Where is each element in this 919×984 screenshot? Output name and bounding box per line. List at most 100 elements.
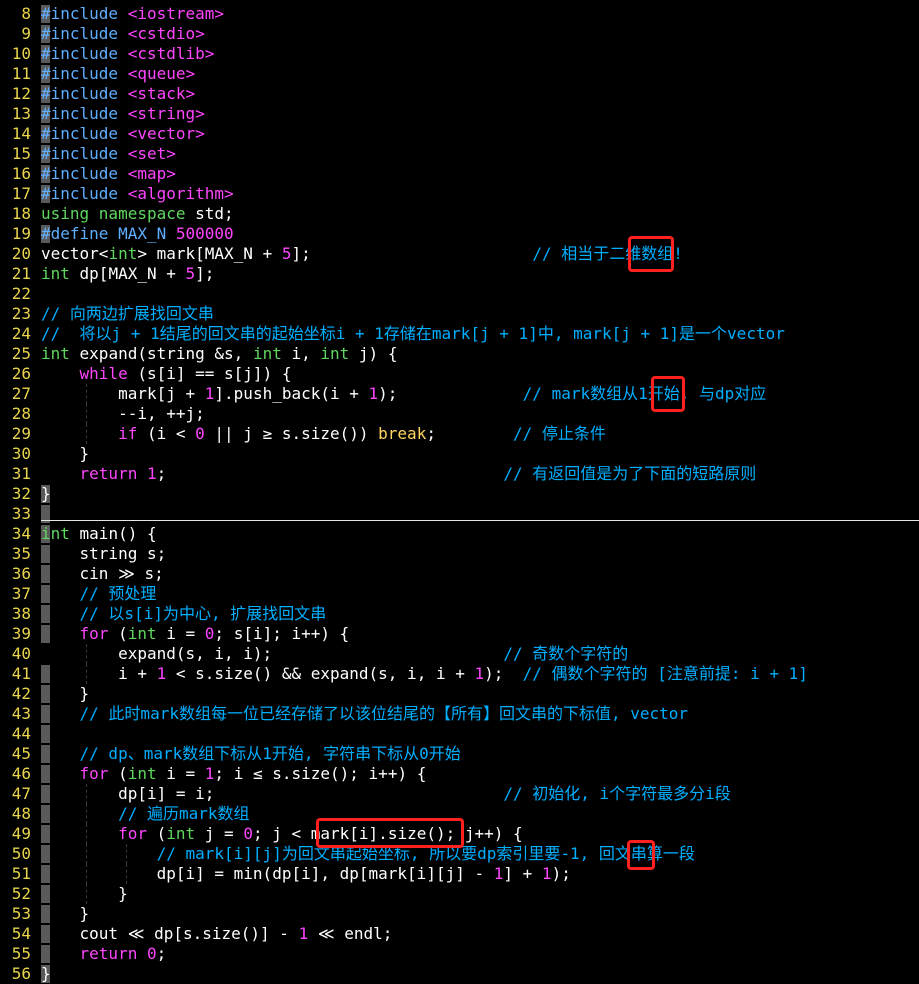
line-number: 10	[11, 44, 31, 63]
line-number: 29	[11, 424, 31, 443]
code-line[interactable]: 25 int expand(string &s, int i, int j) {	[0, 344, 919, 364]
code-line[interactable]: 35 string s;	[0, 544, 919, 564]
code-token: 1	[493, 864, 504, 883]
code-token: return	[79, 464, 138, 483]
code-text: }	[41, 964, 51, 984]
code-line[interactable]: 32}	[0, 484, 919, 504]
code-text: expand(s, i, i); // 奇数个字符的	[41, 644, 628, 664]
code-line[interactable]: 13 #include <string>	[0, 104, 919, 124]
code-line[interactable]: 16 #include <map>	[0, 164, 919, 184]
code-line[interactable]: 24 // 将以j + 1结尾的回文串的起始坐标i + 1存储在mark[j + …	[0, 324, 919, 344]
code-line[interactable]: 8 #include <iostream>	[0, 4, 919, 24]
line-number: 54	[11, 924, 31, 943]
code-token: int	[127, 624, 157, 643]
code-token: 1	[146, 464, 157, 483]
code-line[interactable]: 21 int dp[MAX_N + 5];	[0, 264, 919, 284]
code-line[interactable]: 51 dp[i] = min(dp[i], dp[mark[i][j] - 1]…	[0, 864, 919, 884]
code-text: #include <queue>	[41, 64, 195, 84]
code-text: }	[41, 884, 128, 904]
code-text: // dp、mark数组下标从1开始, 字符串下标从0开始	[41, 744, 461, 764]
code-line[interactable]: 36 cin ≫ s;	[0, 564, 919, 584]
code-line[interactable]: 34 int main() {	[0, 524, 919, 544]
code-line[interactable]: 43 // 此时mark数组每一位已经存储了以该位结尾的【所有】回文串的下标值,…	[0, 704, 919, 724]
code-text: int main() {	[41, 524, 157, 544]
code-line[interactable]: 14 #include <vector>	[0, 124, 919, 144]
code-line[interactable]: 30 }	[0, 444, 919, 464]
code-line[interactable]: 39 for (int i = 0; s[i]; i++) {	[0, 624, 919, 644]
code-editor[interactable]: 8 #include <iostream> 9 #include <cstdio> 10…	[0, 0, 919, 984]
code-text: #include <set>	[41, 144, 176, 164]
code-text: cout ≪ dp[s.size()] - 1 ≪ endl;	[41, 924, 393, 944]
code-line[interactable]: 10 #include <cstdlib>	[0, 44, 919, 64]
line-number: 52	[11, 884, 31, 903]
code-line[interactable]: 29 if (i < 0 || j ≥ s.size()) break; // …	[0, 424, 919, 444]
code-line[interactable]: 26 while (s[i] == s[j]) {	[0, 364, 919, 384]
line-number: 16	[11, 164, 31, 183]
code-line[interactable]: 33	[0, 504, 919, 524]
code-token: i =	[156, 624, 205, 643]
code-token: expand(string &s,	[69, 344, 253, 363]
line-number: 21	[11, 264, 31, 283]
code-text: --i, ++j;	[41, 404, 205, 424]
code-token: ≪ endl;	[308, 924, 393, 943]
code-line[interactable]: 12 #include <stack>	[0, 84, 919, 104]
line-number: 46	[11, 764, 31, 783]
code-line[interactable]: 17 #include <algorithm>	[0, 184, 919, 204]
code-line[interactable]: 22	[0, 284, 919, 304]
code-line[interactable]: 54 cout ≪ dp[s.size()] - 1 ≪ endl;	[0, 924, 919, 944]
code-line[interactable]: 56}	[0, 964, 919, 984]
code-line[interactable]: 9 #include <cstdio>	[0, 24, 919, 44]
code-token: std;	[185, 204, 234, 223]
code-line[interactable]: 52 }	[0, 884, 919, 904]
code-comment: // 向两边扩展找回文串	[41, 304, 214, 323]
code-line[interactable]: 41 i + 1 < s.size() && expand(s, i, i + …	[0, 664, 919, 684]
code-line[interactable]: 55 return 0;	[0, 944, 919, 964]
code-line[interactable]: 53 }	[0, 904, 919, 924]
code-token: #include	[41, 24, 119, 43]
line-number: 9	[21, 24, 31, 43]
code-line[interactable]: 40 expand(s, i, i); // 奇数个字符的	[0, 644, 919, 664]
code-line[interactable]: 15 #include <set>	[0, 144, 919, 164]
code-token: ] +	[503, 864, 542, 883]
code-line[interactable]: 27 mark[j + 1].push_back(i + 1); // mark…	[0, 384, 919, 404]
code-line[interactable]: 11 #include <queue>	[0, 64, 919, 84]
code-token: using namespace	[41, 204, 186, 223]
line-number: 33	[11, 504, 31, 523]
code-line[interactable]: 42 }	[0, 684, 919, 704]
code-line[interactable]: 20 vector<int> mark[MAX_N + 5]; // 相当于二维数…	[0, 244, 919, 264]
code-token: int	[320, 344, 350, 363]
code-text: }	[41, 444, 90, 464]
code-line[interactable]: 31 return 1; // 有返回值是为了下面的短路原则	[0, 464, 919, 484]
code-line[interactable]: 23 // 向两边扩展找回文串	[0, 304, 919, 324]
line-number: 51	[11, 864, 31, 883]
code-text: #define MAX_N 500000	[41, 224, 234, 244]
indent-guide	[126, 864, 127, 884]
code-text: while (s[i] == s[j]) {	[41, 364, 292, 384]
code-comment: // 遍历mark数组	[118, 804, 250, 823]
code-line[interactable]: 44	[0, 724, 919, 744]
code-token: i =	[156, 764, 205, 783]
code-line[interactable]: 18 using namespace std;	[0, 204, 919, 224]
code-comment: // 此时mark数组每一位已经存储了以该位结尾的【所有】回文串的下标值, ve…	[79, 704, 689, 723]
code-line[interactable]: 45 // dp、mark数组下标从1开始, 字符串下标从0开始	[0, 744, 919, 764]
code-line[interactable]: 37 // 预处理	[0, 584, 919, 604]
code-line[interactable]: 47 dp[i] = i; // 初始化, i个字符最多分i段	[0, 784, 919, 804]
code-line[interactable]: 38 // 以s[i]为中心, 扩展找回文串	[0, 604, 919, 624]
cursor-line-marker	[41, 520, 919, 521]
code-token: 1	[541, 864, 552, 883]
code-token: int	[41, 344, 70, 363]
line-number: 14	[11, 124, 31, 143]
code-line[interactable]: 46 for (int i = 1; i ≤ s.size(); i++) {	[0, 764, 919, 784]
code-line[interactable]: 19 #define MAX_N 500000	[0, 224, 919, 244]
code-token: ;	[426, 424, 514, 443]
code-text: }	[41, 684, 90, 704]
code-text: // 预处理	[41, 584, 157, 604]
highlight-box-erwei	[628, 236, 674, 272]
code-line[interactable]: 28 --i, ++j;	[0, 404, 919, 424]
code-text: #include <stack>	[41, 84, 195, 104]
